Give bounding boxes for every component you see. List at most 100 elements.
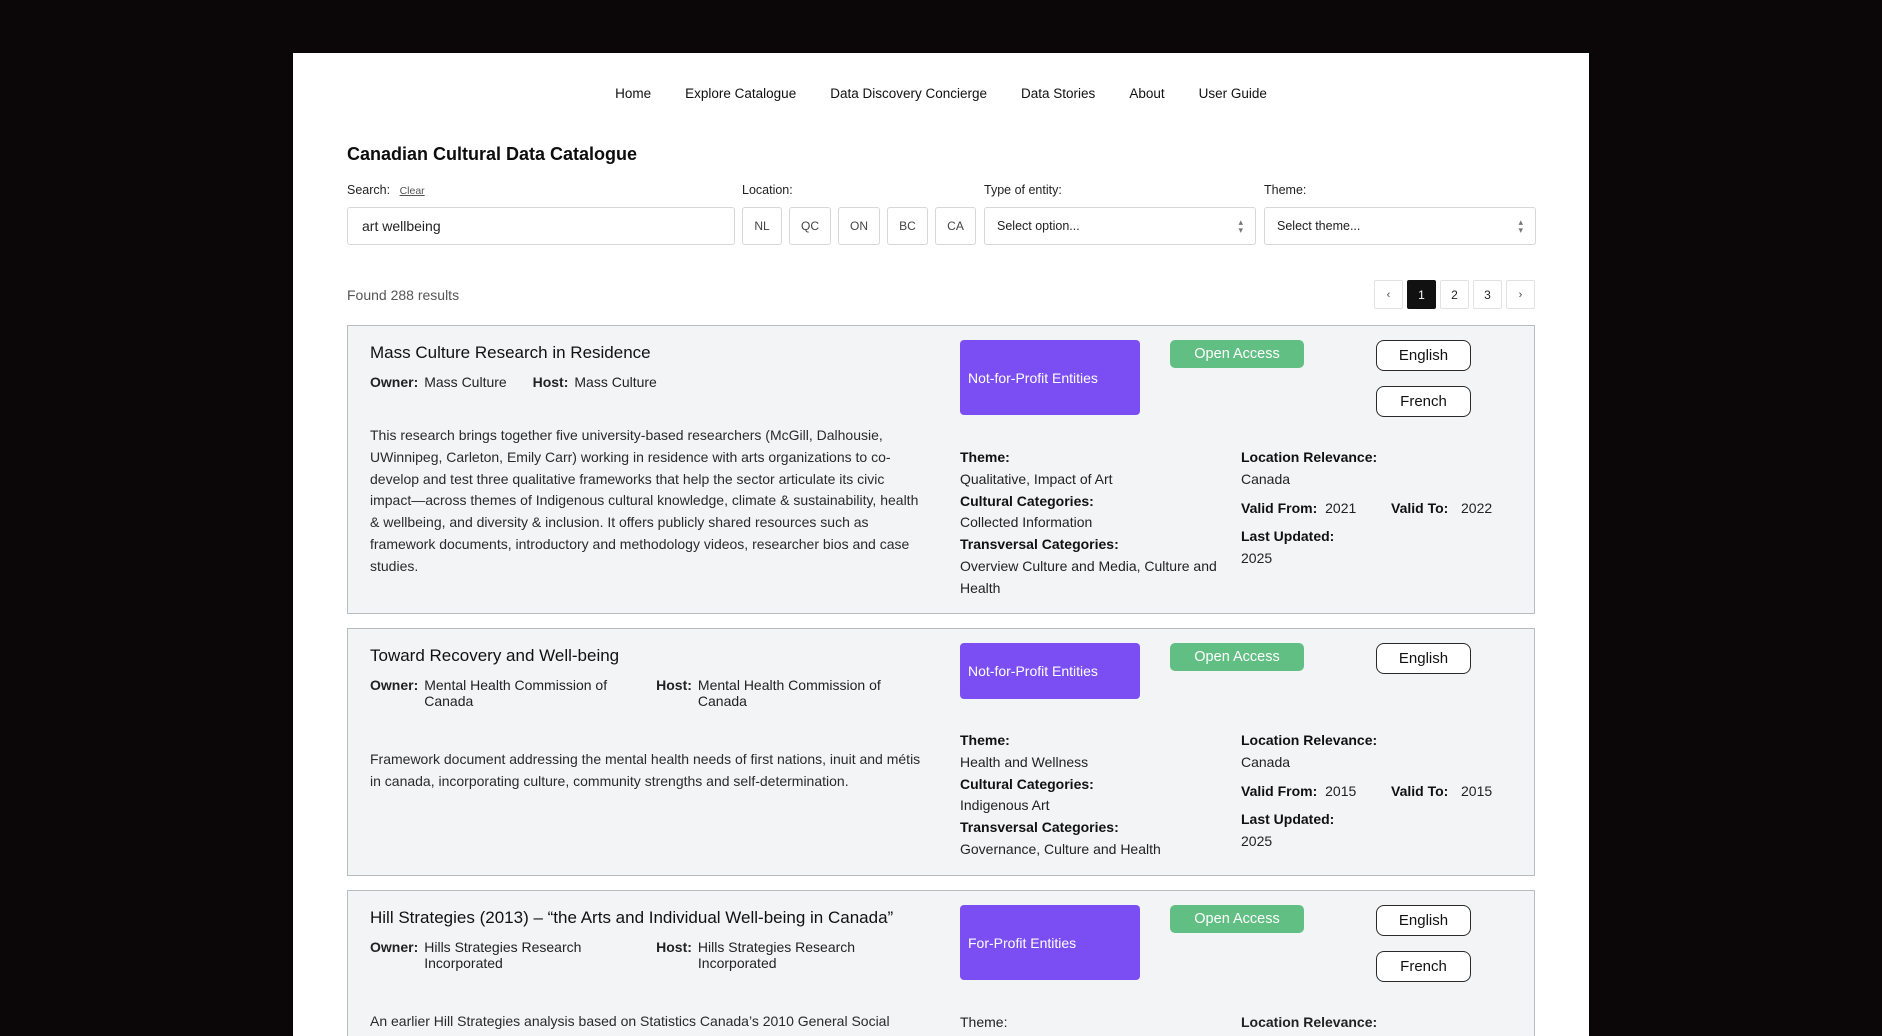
nav-about[interactable]: About (1128, 86, 1165, 101)
owner-host-row: Owner: Mental Health Commission of Canada… (370, 677, 930, 709)
last-updated-label: Last Updated: (1241, 811, 1335, 828)
theme-select[interactable]: Select theme... ▴ ▾ (1264, 207, 1536, 245)
entity-type-badge: For-Profit Entities (960, 905, 1140, 980)
theme-field-label: Theme: (960, 449, 1010, 465)
entity-type-label: Type of entity: (984, 183, 1062, 197)
owner-value: Mass Culture (424, 374, 507, 390)
valid-from-label: Valid From: (1241, 782, 1318, 799)
access-badge: Open Access (1170, 643, 1304, 671)
result-title[interactable]: Hill Strategies (2013) – “the Arts and I… (370, 908, 893, 928)
page-title: Canadian Cultural Data Catalogue (347, 144, 638, 164)
location-nl-button[interactable]: NL (742, 207, 782, 245)
access-badge: Open Access (1170, 340, 1304, 368)
validity-block: Location Relevance: Canada Valid From: 2… (1241, 447, 1526, 570)
nav-explore-catalogue[interactable]: Explore Catalogue (684, 86, 797, 101)
owner-host-row: Owner: Mass Culture Host: Mass Culture (370, 374, 657, 390)
host-label: Host: (656, 939, 692, 955)
nav-home[interactable]: Home (614, 86, 652, 101)
entity-type-badge: Not-for-Profit Entities (960, 643, 1140, 699)
entity-type-badge: Not-for-Profit Entities (960, 340, 1140, 415)
categories-block: Theme: Health and Wellness Cultural Cate… (960, 730, 1245, 861)
location-bc-button[interactable]: BC (887, 207, 928, 245)
validity-block: Location Relevance: Canada Valid From: 2… (1241, 730, 1526, 853)
host-label: Host: (656, 677, 692, 693)
result-card[interactable]: Hill Strategies (2013) – “the Arts and I… (347, 890, 1535, 1036)
valid-to-value: 2022 (1461, 499, 1493, 516)
result-card[interactable]: Toward Recovery and Well-being Owner: Men… (347, 628, 1535, 876)
pager-page-1[interactable]: 1 (1407, 280, 1436, 309)
english-button[interactable]: English (1376, 905, 1471, 936)
entity-type-select[interactable]: Select option... ▴ ▾ (984, 207, 1256, 245)
theme-field-label: Theme: (960, 1014, 1008, 1030)
pager-next-icon[interactable]: › (1506, 280, 1535, 309)
valid-from-value: 2015 (1325, 782, 1357, 799)
french-button[interactable]: French (1376, 386, 1471, 417)
location-relevance-label: Location Relevance: (1241, 1014, 1378, 1030)
owner-label: Owner: (370, 374, 419, 390)
cultural-categories-label: Cultural Categories: (960, 775, 1094, 792)
transversal-categories-value: Overview Culture and Media, Culture and … (960, 557, 1217, 596)
transversal-categories-label: Transversal Categories: (960, 819, 1119, 836)
nav-data-discovery-concierge[interactable]: Data Discovery Concierge (829, 86, 988, 101)
transversal-categories-value: Governance, Culture and Health (960, 840, 1161, 857)
owner-value: Mental Health Commission of Canada (424, 677, 608, 709)
nav-data-stories[interactable]: Data Stories (1020, 86, 1096, 101)
theme-field-label: Theme: (960, 732, 1010, 748)
location-ca-button[interactable]: CA (935, 207, 976, 245)
nav-user-guide[interactable]: User Guide (1198, 86, 1268, 101)
search-label-row: Search: Clear (347, 183, 425, 197)
result-description: An earlier Hill Strategies analysis base… (370, 1013, 890, 1029)
english-button[interactable]: English (1376, 643, 1471, 674)
clear-search-link[interactable]: Clear (400, 185, 425, 197)
theme-field-value: Health and Wellness (960, 753, 1089, 770)
results-count: Found 288 results (347, 287, 460, 303)
valid-from-value: 2021 (1325, 499, 1357, 516)
last-updated-label: Last Updated: (1241, 528, 1335, 545)
result-title[interactable]: Toward Recovery and Well-being (370, 646, 619, 666)
search-label: Search: (347, 183, 391, 197)
last-updated-value: 2025 (1241, 833, 1273, 850)
cultural-categories-value: Indigenous Art (960, 797, 1050, 814)
valid-to-value: 2015 (1461, 782, 1493, 799)
pager-page-3[interactable]: 3 (1473, 280, 1502, 309)
location-label: Location: (742, 183, 793, 197)
access-badge: Open Access (1170, 905, 1304, 933)
search-input[interactable] (347, 207, 735, 245)
theme-value: Select theme... (1277, 219, 1361, 233)
theme-label: Theme: (1264, 183, 1307, 197)
location-relevance-label: Location Relevance: (1241, 732, 1378, 748)
result-title[interactable]: Mass Culture Research in Residence (370, 343, 651, 363)
owner-label: Owner: (370, 939, 419, 955)
categories-block: Theme: Qualitative, Impact of Art Cultur… (960, 447, 1245, 600)
valid-row: Valid From: 2015 Valid To: 2015 (1241, 781, 1526, 803)
page: Home Explore Catalogue Data Discovery Co… (293, 53, 1589, 1036)
select-chevron-icon: ▴ ▾ (1238, 217, 1243, 235)
last-updated-value: 2025 (1241, 550, 1273, 567)
english-button[interactable]: English (1376, 340, 1471, 371)
location-on-button[interactable]: ON (838, 207, 880, 245)
french-button[interactable]: French (1376, 951, 1471, 982)
select-chevron-icon: ▴ ▾ (1518, 217, 1523, 235)
host-value: Mass Culture (574, 374, 657, 390)
transversal-categories-label: Transversal Categories: (960, 536, 1119, 553)
host-value: Mental Health Commission of Canada (697, 677, 881, 709)
location-relevance-value: Canada (1241, 470, 1291, 487)
valid-to-label: Valid To: (1391, 782, 1449, 799)
pager-page-2[interactable]: 2 (1440, 280, 1469, 309)
result-card[interactable]: Mass Culture Research in Residence Owner… (347, 325, 1535, 614)
owner-host-row: Owner: Hills Strategies Research Incorpor… (370, 939, 930, 971)
location-qc-button[interactable]: QC (789, 207, 831, 245)
cultural-categories-label: Cultural Categories: (960, 492, 1094, 509)
cultural-categories-value: Collected Information (960, 514, 1093, 531)
valid-from-label: Valid From: (1241, 499, 1318, 516)
pagination: ‹ 1 2 3 › (1374, 280, 1535, 309)
location-relevance-value: Canada (1241, 753, 1291, 770)
top-nav: Home Explore Catalogue Data Discovery Co… (293, 53, 1589, 125)
valid-row: Valid From: 2021 Valid To: 2022 (1241, 498, 1526, 520)
pager-prev-icon[interactable]: ‹ (1374, 280, 1403, 309)
result-description: Framework document addressing the mental… (370, 751, 921, 789)
owner-label: Owner: (370, 677, 419, 693)
host-label: Host: (532, 374, 569, 390)
host-value: Hills Strategies Research Incorporated (697, 939, 856, 971)
theme-field-value: Qualitative, Impact of Art (960, 470, 1113, 487)
